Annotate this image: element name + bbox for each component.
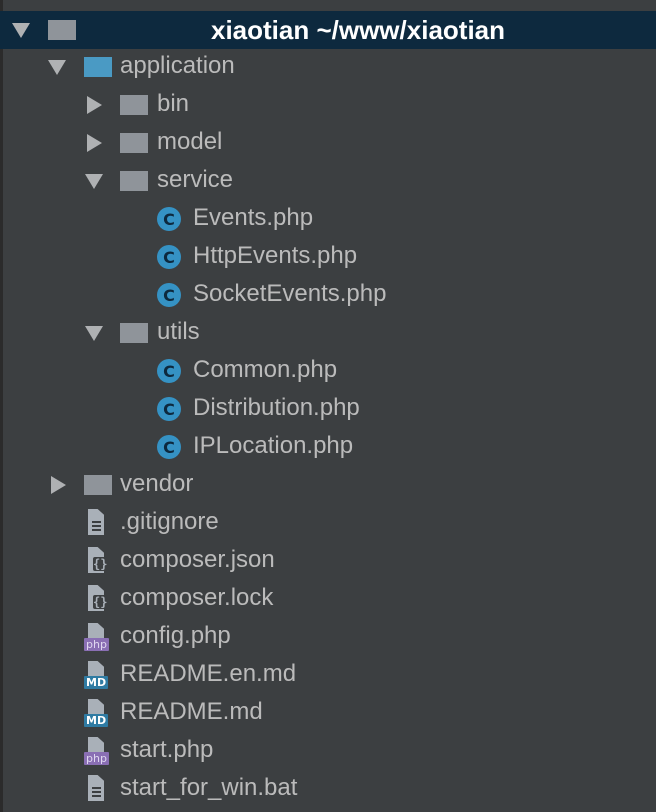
tree-item-file[interactable]: MD README.en.md <box>0 656 656 694</box>
tree-item-label: config.php <box>120 622 231 649</box>
php-class-icon: C <box>157 435 181 459</box>
tree-item-label: Events.php <box>193 204 314 231</box>
tree-item-label: vendor <box>120 470 194 497</box>
tree-item-file[interactable]: start_for_win.bat <box>0 770 656 808</box>
tree-item-file[interactable]: C HttpEvents.php <box>0 238 656 276</box>
tree-item-label: composer.lock <box>120 584 274 611</box>
tree-item-file[interactable]: {} composer.json <box>0 542 656 580</box>
php-badge: php <box>84 638 109 651</box>
tree-item-vendor[interactable]: vendor <box>0 466 656 504</box>
tree-item-label: bin <box>157 90 190 117</box>
json-file-icon: {} <box>84 547 108 575</box>
tree-item-file[interactable]: php config.php <box>0 618 656 656</box>
tree-item-bin[interactable]: bin <box>0 86 656 124</box>
tree-item-label: README.md <box>120 698 263 725</box>
tree-item-application[interactable]: application <box>0 48 656 86</box>
collapse-arrow-icon[interactable] <box>85 326 103 341</box>
php-class-icon: C <box>157 245 181 269</box>
tree-item-label: SocketEvents.php <box>193 280 387 307</box>
tree-item-label: IPLocation.php <box>193 432 354 459</box>
tree-item-label: start_for_win.bat <box>120 774 298 801</box>
expand-arrow-icon[interactable] <box>87 134 102 152</box>
php-class-icon: C <box>157 359 181 383</box>
folder-icon <box>120 171 148 191</box>
expand-arrow-icon[interactable] <box>51 476 66 494</box>
tree-item-file[interactable]: php start.php <box>0 732 656 770</box>
source-folder-icon <box>84 57 112 77</box>
tree-item-label: model <box>157 128 223 155</box>
php-class-icon: C <box>157 397 181 421</box>
php-badge: php <box>84 752 109 765</box>
php-file-icon: php <box>84 623 109 651</box>
project-tree: xiaotian ~/www/xiaotian application bin … <box>0 0 656 812</box>
json-file-icon: {} <box>84 585 108 613</box>
php-class-icon: C <box>157 207 181 231</box>
md-badge: MD <box>84 714 109 727</box>
tree-item-file[interactable]: C Events.php <box>0 200 656 238</box>
tree-item-file[interactable]: C IPLocation.php <box>0 428 656 466</box>
tree-root-row[interactable]: xiaotian ~/www/xiaotian <box>0 11 656 49</box>
tree-item-label: Common.php <box>193 356 338 383</box>
json-glyph: {} <box>93 595 108 609</box>
tree-item-file[interactable]: .gitignore <box>0 504 656 542</box>
expand-arrow-icon[interactable] <box>87 96 102 114</box>
folder-icon <box>120 133 148 153</box>
php-class-icon: C <box>157 283 181 307</box>
tree-item-label: start.php <box>120 736 214 763</box>
tree-item-service[interactable]: service <box>0 162 656 200</box>
tree-item-label: utils <box>157 318 200 345</box>
php-file-icon: php <box>84 737 109 765</box>
markdown-file-icon: MD <box>84 699 109 727</box>
json-glyph: {} <box>93 557 108 571</box>
folder-icon <box>84 475 112 495</box>
collapse-arrow-icon[interactable] <box>85 174 103 189</box>
tree-item-label: .gitignore <box>120 508 219 535</box>
tree-item-label: composer.json <box>120 546 275 573</box>
tree-item-file[interactable]: MD README.md <box>0 694 656 732</box>
collapse-arrow-icon[interactable] <box>48 60 66 75</box>
folder-icon <box>120 323 148 343</box>
tree-item-file[interactable]: C Distribution.php <box>0 390 656 428</box>
root-title: xiaotian ~/www/xiaotian <box>210 14 506 45</box>
tree-item-file[interactable]: C Common.php <box>0 352 656 390</box>
text-file-icon <box>84 509 106 537</box>
tree-item-label: HttpEvents.php <box>193 242 358 269</box>
tree-item-file[interactable]: C SocketEvents.php <box>0 276 656 314</box>
tree-item-label: README.en.md <box>120 660 297 687</box>
folder-icon <box>120 95 148 115</box>
tree-item-file[interactable]: {} composer.lock <box>0 580 656 618</box>
tree-item-label: Distribution.php <box>193 394 360 421</box>
text-file-icon <box>84 775 106 803</box>
tree-item-utils[interactable]: utils <box>0 314 656 352</box>
tree-item-model[interactable]: model <box>0 124 656 162</box>
markdown-file-icon: MD <box>84 661 109 689</box>
tree-item-label: application <box>120 52 235 79</box>
tree-item-label: service <box>157 166 234 193</box>
md-badge: MD <box>84 676 109 689</box>
